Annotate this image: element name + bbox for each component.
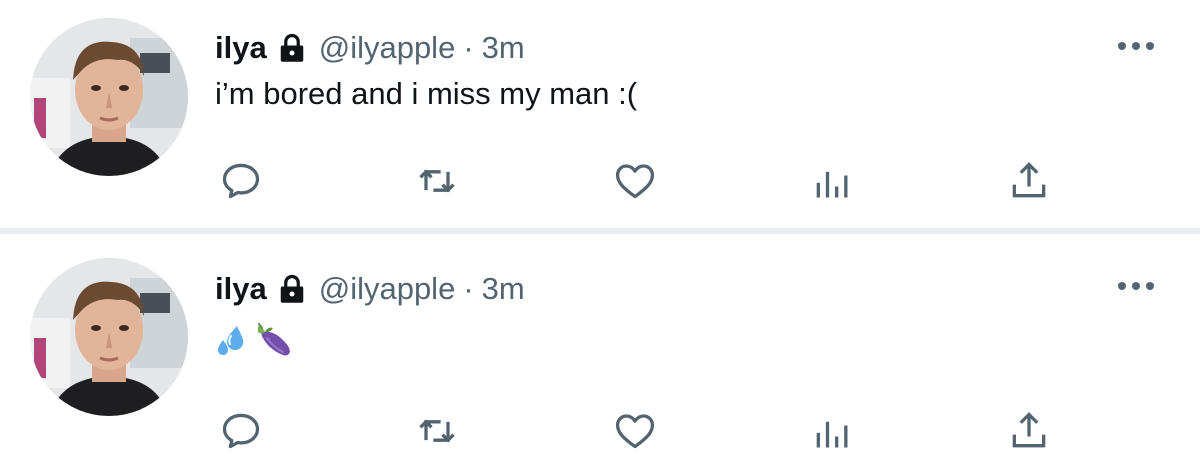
avatar-photo xyxy=(30,258,188,416)
more-options-icon[interactable] xyxy=(1114,34,1158,58)
tweet-emojis xyxy=(215,322,295,358)
tweet-header: ilya @ilyapple · 3m xyxy=(215,269,525,309)
like-button[interactable] xyxy=(610,156,660,206)
retweet-button[interactable] xyxy=(412,156,462,206)
user-handle[interactable]: @ilyapple xyxy=(319,30,456,66)
tweet[interactable]: ilya @ilyapple · 3m i’m bored and i miss… xyxy=(0,0,1200,228)
like-icon xyxy=(615,414,655,449)
like-button[interactable] xyxy=(610,406,660,456)
reply-button[interactable] xyxy=(216,156,266,206)
lock-icon xyxy=(277,33,307,63)
user-handle[interactable]: @ilyapple xyxy=(319,271,456,307)
share-button[interactable] xyxy=(1004,156,1054,206)
reply-button[interactable] xyxy=(216,406,266,456)
sweat-droplets-emoji xyxy=(218,326,244,355)
display-name[interactable]: ilya xyxy=(215,30,267,66)
separator-dot: · xyxy=(463,30,474,65)
display-name[interactable]: ilya xyxy=(215,271,267,307)
analytics-button[interactable] xyxy=(808,406,858,456)
retweet-button[interactable] xyxy=(412,406,462,456)
action-bar xyxy=(0,406,1200,456)
reply-icon xyxy=(222,413,260,449)
tweet[interactable]: ilya @ilyapple · 3m xyxy=(0,234,1200,476)
share-icon xyxy=(1012,412,1046,448)
timestamp[interactable]: 3m xyxy=(482,271,525,307)
separator-dot: · xyxy=(463,271,474,306)
reply-icon xyxy=(222,163,260,199)
tweet-header: ilya @ilyapple · 3m xyxy=(215,28,525,68)
like-icon xyxy=(615,164,655,199)
action-bar xyxy=(0,156,1200,206)
lock-icon xyxy=(277,274,307,304)
avatar-photo xyxy=(30,18,188,176)
eggplant-emoji xyxy=(258,323,290,356)
analytics-icon xyxy=(816,421,848,448)
analytics-button[interactable] xyxy=(808,156,858,206)
timestamp[interactable]: 3m xyxy=(482,30,525,66)
retweet-icon xyxy=(419,419,455,443)
share-button[interactable] xyxy=(1004,406,1054,456)
retweet-icon xyxy=(419,169,455,193)
analytics-icon xyxy=(816,171,848,198)
share-icon xyxy=(1012,162,1046,198)
avatar[interactable] xyxy=(30,258,188,416)
avatar[interactable] xyxy=(30,18,188,176)
more-options-icon[interactable] xyxy=(1114,274,1158,298)
tweet-text: i’m bored and i miss my man :( xyxy=(215,76,638,111)
